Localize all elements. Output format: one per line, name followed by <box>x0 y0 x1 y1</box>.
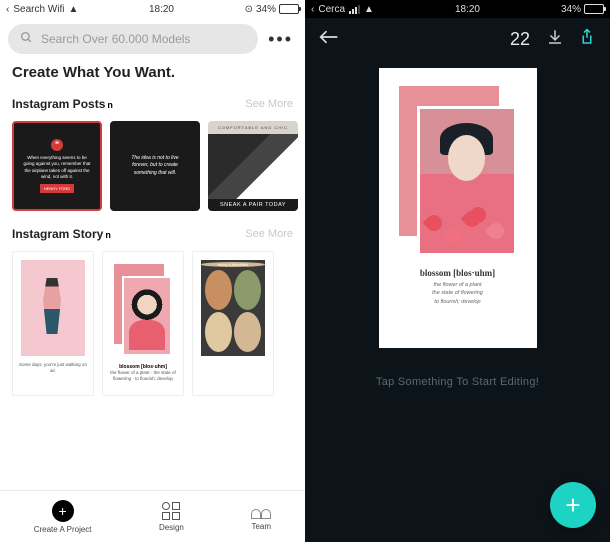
status-bar: ‹ Search Wifi ▲ 18:20 ⊙ 34% <box>0 0 305 18</box>
clock: 18:20 <box>149 4 174 15</box>
page-title: Create What You Want. <box>0 60 305 95</box>
template-card[interactable]: today's breakfast <box>192 251 274 396</box>
battery-icon <box>279 4 299 14</box>
food-image: today's breakfast <box>201 260 265 356</box>
plus-circle-icon: + <box>52 500 74 522</box>
card-band: SNEAK A PAIR TODAY <box>208 199 298 211</box>
alarm-icon: ⊙ <box>245 4 253 15</box>
bottom-nav: + Create A Project Design Team <box>0 490 305 542</box>
browse-screen: ‹ Search Wifi ▲ 18:20 ⊙ 34% Search Over … <box>0 0 305 542</box>
nav-label: Design <box>159 523 184 532</box>
quote-icon: ❝ <box>51 139 63 151</box>
template-card[interactable]: blossom [blos·uhm] the flower of a plant… <box>102 251 184 396</box>
signal-icon <box>349 5 360 14</box>
template-card[interactable]: ❝ When everything seems to be going agai… <box>12 121 102 211</box>
see-more-link[interactable]: See More <box>245 98 293 110</box>
card-heading: COMFORTABLE AND CHIC <box>208 121 298 134</box>
back-chevron-icon[interactable]: ‹ <box>311 4 314 15</box>
story-canvas[interactable]: blossom [blos·uhm] the flower of a plant… <box>379 68 537 348</box>
editor-screen: ‹ Cerca ▲ 18:20 34% 22 <box>305 0 610 542</box>
section-badge: n <box>105 230 111 240</box>
canvas-subtitle[interactable]: the flower of a plant the state of flowe… <box>432 281 483 306</box>
plus-icon: + <box>565 490 580 521</box>
stacked-image <box>114 264 172 356</box>
search-icon <box>20 31 33 47</box>
add-fab-button[interactable]: + <box>550 482 596 528</box>
nav-create-project[interactable]: + Create A Project <box>34 500 92 534</box>
posts-row[interactable]: ❝ When everything seems to be going agai… <box>0 121 305 225</box>
walking-image <box>21 260 85 356</box>
stacked-photo[interactable] <box>399 86 517 256</box>
section-badge: n <box>107 100 113 110</box>
battery-pct: 34% <box>256 4 276 15</box>
card-caption: the flower of a plant · the state of flo… <box>107 370 179 382</box>
canvas-title[interactable]: blossom [blos·uhm] <box>420 268 495 278</box>
wifi-icon: ▲ <box>68 4 78 15</box>
page-counter[interactable]: 22 <box>510 29 530 50</box>
section-title: Instagram Story <box>12 227 103 241</box>
carrier-label: Search Wifi <box>13 4 64 15</box>
search-placeholder: Search Over 60.000 Models <box>41 32 190 46</box>
card-caption: Some days, you're just walking on air. <box>17 362 89 374</box>
carrier-label: Cerca <box>318 4 345 15</box>
section-title: Instagram Posts <box>12 97 105 111</box>
section-head-posts: Instagram Postsn See More <box>0 95 305 121</box>
template-card[interactable]: COMFORTABLE AND CHIC SNEAK A PAIR TODAY <box>208 121 298 211</box>
back-button[interactable] <box>319 28 339 51</box>
card-cta: HENRY FORD <box>40 184 74 193</box>
nav-design[interactable]: Design <box>159 502 184 532</box>
nav-label: Create A Project <box>34 525 92 534</box>
editor-hint: Tap Something To Start Editing! <box>376 376 539 388</box>
section-head-stories: Instagram Storyn See More <box>0 225 305 251</box>
sneaker-image <box>208 134 298 199</box>
download-button[interactable] <box>546 28 564 51</box>
status-bar: ‹ Cerca ▲ 18:20 34% <box>305 0 610 18</box>
stories-row[interactable]: Some days, you're just walking on air. b… <box>0 251 305 410</box>
card-text: When everything seems to be going agains… <box>22 155 92 180</box>
battery-pct: 34% <box>561 4 581 15</box>
battery-icon <box>584 4 604 14</box>
nav-label: Team <box>251 522 271 531</box>
canvas-area[interactable]: blossom [blos·uhm] the flower of a plant… <box>305 60 610 542</box>
wifi-icon: ▲ <box>364 4 374 15</box>
card-text: The idea is not to live forever, but to … <box>128 155 182 178</box>
see-more-link[interactable]: See More <box>245 228 293 240</box>
editor-header: 22 <box>305 18 610 60</box>
search-row: Search Over 60.000 Models ••• <box>0 18 305 60</box>
people-icon <box>251 503 271 519</box>
photo-front-layer <box>417 106 517 256</box>
grid-icon <box>162 502 180 520</box>
template-card[interactable]: Some days, you're just walking on air. <box>12 251 94 396</box>
search-input[interactable]: Search Over 60.000 Models <box>8 24 258 54</box>
back-chevron-icon[interactable]: ‹ <box>6 4 9 15</box>
clock: 18:20 <box>455 4 480 15</box>
more-menu-button[interactable]: ••• <box>264 29 297 50</box>
share-button[interactable] <box>578 28 596 51</box>
nav-team[interactable]: Team <box>251 503 271 531</box>
template-card[interactable]: The idea is not to live forever, but to … <box>110 121 200 211</box>
card-heading: today's breakfast <box>201 262 265 267</box>
